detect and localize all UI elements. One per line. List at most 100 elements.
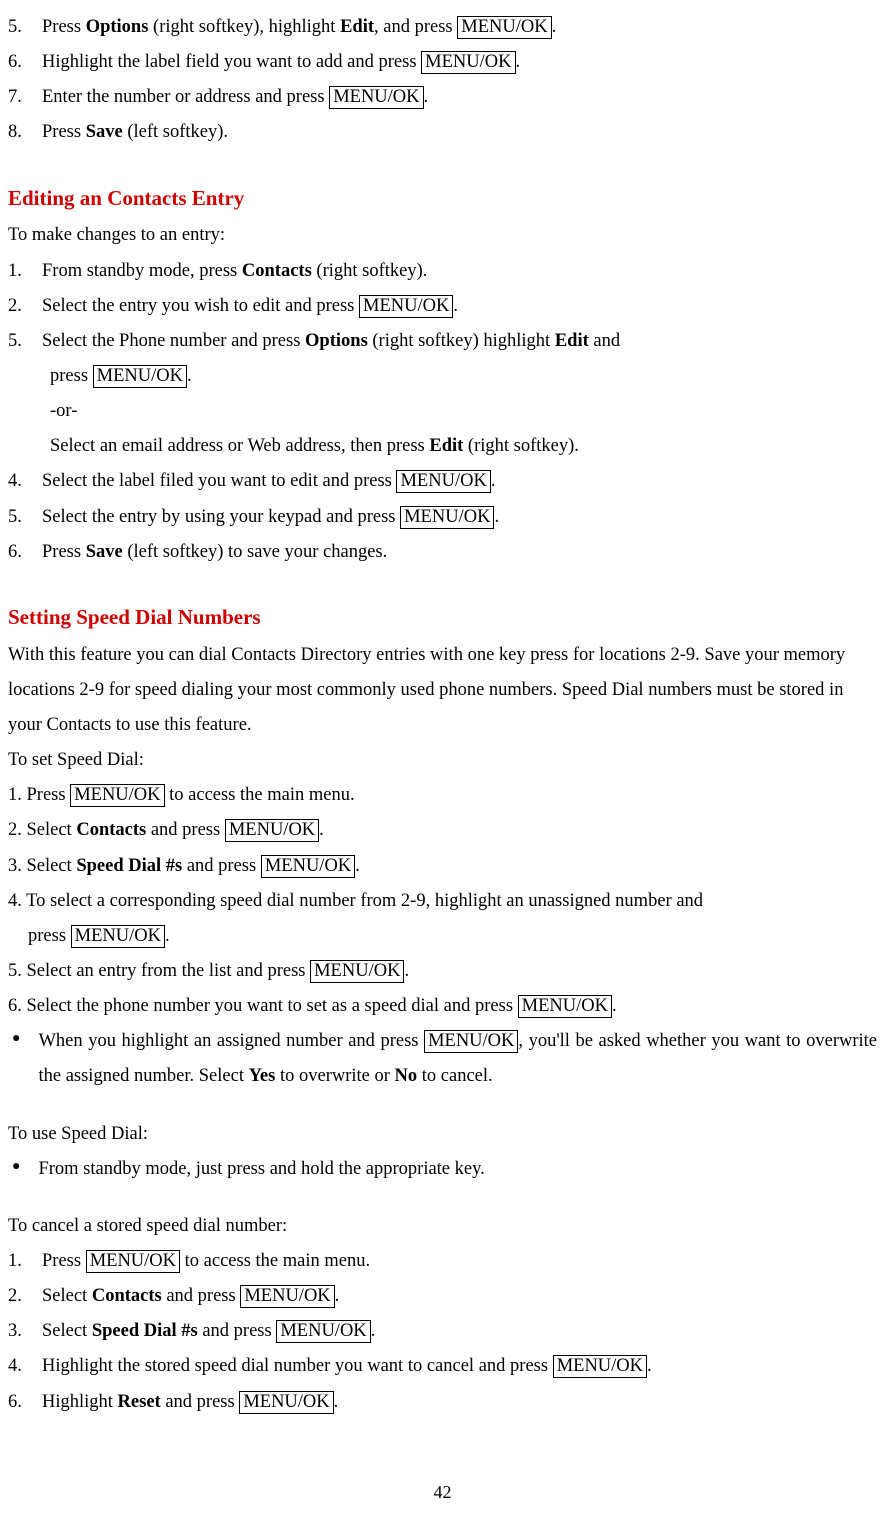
list-item: 6. Press Save (left softkey) to save you… xyxy=(8,535,877,570)
list-item: 5. Press Options (right softkey), highli… xyxy=(8,10,877,45)
key-label: MENU/OK xyxy=(261,855,355,878)
step-number: 5. xyxy=(8,10,42,45)
list-item: 1. Press MENU/OK to access the main menu… xyxy=(8,778,877,813)
step-text: Select the entry by using your keypad an… xyxy=(42,500,877,535)
bold: Reset xyxy=(118,1392,161,1412)
step-or: -or- xyxy=(50,394,877,429)
step-number: 8. xyxy=(8,115,42,150)
step-text: Highlight Reset and press MENU/OK. xyxy=(42,1385,877,1420)
bold: Options xyxy=(86,17,149,37)
list-item: 6. Select the phone number you want to s… xyxy=(8,989,877,1024)
section-heading: Setting Speed Dial Numbers xyxy=(8,598,877,638)
bullet-icon: ● xyxy=(8,1152,38,1182)
bold: Contacts xyxy=(76,820,146,840)
step-number: 4. xyxy=(8,1349,42,1384)
key-label: MENU/OK xyxy=(71,925,165,948)
paragraph: To set Speed Dial: xyxy=(8,743,877,778)
list-item: 4. Select the label filed you want to ed… xyxy=(8,464,877,499)
key-label: MENU/OK xyxy=(276,1320,370,1343)
step-number: 7. xyxy=(8,80,42,115)
list-item: 4. To select a corresponding speed dial … xyxy=(8,884,877,919)
step-number: 2. xyxy=(8,289,42,324)
list-item: 2. Select the entry you wish to edit and… xyxy=(8,289,877,324)
step-text: Select the entry you wish to edit and pr… xyxy=(42,289,877,324)
key-label: MENU/OK xyxy=(329,86,423,109)
list-item: 2. Select Contacts and press MENU/OK. xyxy=(8,1279,877,1314)
list-item: 2. Select Contacts and press MENU/OK. xyxy=(8,813,877,848)
step-text: Highlight the label field you want to ad… xyxy=(42,45,877,80)
key-label: MENU/OK xyxy=(518,995,612,1018)
list-item: 5. Select the entry by using your keypad… xyxy=(8,500,877,535)
step-number: 3. xyxy=(8,1314,42,1349)
key-label: MENU/OK xyxy=(310,960,404,983)
list-item: 5. Select an entry from the list and pre… xyxy=(8,954,877,989)
paragraph: To cancel a stored speed dial number: xyxy=(8,1209,877,1244)
list-item: 6. Highlight Reset and press MENU/OK. xyxy=(8,1385,877,1420)
key-label: MENU/OK xyxy=(359,295,453,318)
step-text: From standby mode, press Contacts (right… xyxy=(42,254,877,289)
bold: Edit xyxy=(555,331,589,351)
bold: Speed Dial #s xyxy=(92,1321,198,1341)
list-item: 1. Press MENU/OK to access the main menu… xyxy=(8,1244,877,1279)
bold: Edit xyxy=(340,17,374,37)
paragraph: To make changes to an entry: xyxy=(8,218,877,253)
bold: Edit xyxy=(429,436,463,456)
step-number: 4. xyxy=(8,464,42,499)
bold: Speed Dial #s xyxy=(76,856,182,876)
list-item: 8. Press Save (left softkey). xyxy=(8,115,877,150)
step-text: Enter the number or address and press ME… xyxy=(42,80,877,115)
section-heading: Editing an Contacts Entry xyxy=(8,179,877,219)
bold: Contacts xyxy=(92,1286,162,1306)
bold: Contacts xyxy=(242,261,312,281)
key-label: MENU/OK xyxy=(396,470,490,493)
step-number: 1. xyxy=(8,1244,42,1279)
key-label: MENU/OK xyxy=(239,1391,333,1414)
step-number: 6. xyxy=(8,535,42,570)
bold: No xyxy=(395,1066,418,1086)
page-number: 42 xyxy=(8,1475,877,1509)
bullet-text: When you highlight an assigned number an… xyxy=(38,1024,877,1094)
paragraph: To use Speed Dial: xyxy=(8,1117,877,1152)
bold: Save xyxy=(86,542,123,562)
step-number: 5. xyxy=(8,500,42,535)
key-label: MENU/OK xyxy=(70,784,164,807)
list-item: 1. From standby mode, press Contacts (ri… xyxy=(8,254,877,289)
key-label: MENU/OK xyxy=(225,819,319,842)
bold: Yes xyxy=(249,1066,276,1086)
step-continuation: Select an email address or Web address, … xyxy=(50,429,877,464)
step-text: Select the label filed you want to edit … xyxy=(42,464,877,499)
list-item: 3. Select Speed Dial #s and press MENU/O… xyxy=(8,1314,877,1349)
step-number: 2. xyxy=(8,1279,42,1314)
bold: Save xyxy=(86,122,123,142)
step-number: 6. xyxy=(8,1385,42,1420)
key-label: MENU/OK xyxy=(86,1250,180,1273)
step-number: 6. xyxy=(8,45,42,80)
list-item: 5. Select the Phone number and press Opt… xyxy=(8,324,877,359)
key-label: MENU/OK xyxy=(93,365,187,388)
bullet-item: ● From standby mode, just press and hold… xyxy=(8,1152,877,1187)
list-item: 7. Enter the number or address and press… xyxy=(8,80,877,115)
step-number: 1. xyxy=(8,254,42,289)
bullet-text: From standby mode, just press and hold t… xyxy=(38,1152,877,1187)
step-text: Select the Phone number and press Option… xyxy=(42,324,877,359)
step-number: 5. xyxy=(8,324,42,359)
list-item: 6. Highlight the label field you want to… xyxy=(8,45,877,80)
step-text: Press Save (left softkey). xyxy=(42,115,877,150)
key-label: MENU/OK xyxy=(400,506,494,529)
paragraph: With this feature you can dial Contacts … xyxy=(8,638,877,743)
key-label: MENU/OK xyxy=(457,16,551,39)
list-item: 4. Highlight the stored speed dial numbe… xyxy=(8,1349,877,1384)
step-continuation: press MENU/OK. xyxy=(28,919,877,954)
list-item: 3. Select Speed Dial #s and press MENU/O… xyxy=(8,849,877,884)
step-text: Press Options (right softkey), highlight… xyxy=(42,10,877,45)
bold: Options xyxy=(305,331,368,351)
step-continuation: press MENU/OK. xyxy=(50,359,877,394)
key-label: MENU/OK xyxy=(240,1285,334,1308)
bullet-item: ● When you highlight an assigned number … xyxy=(8,1024,877,1094)
step-text: Highlight the stored speed dial number y… xyxy=(42,1349,877,1384)
step-text: Select Speed Dial #s and press MENU/OK. xyxy=(42,1314,877,1349)
key-label: MENU/OK xyxy=(421,51,515,74)
step-text: Select Contacts and press MENU/OK. xyxy=(42,1279,877,1314)
bullet-icon: ● xyxy=(8,1024,38,1054)
step-text: Press Save (left softkey) to save your c… xyxy=(42,535,877,570)
